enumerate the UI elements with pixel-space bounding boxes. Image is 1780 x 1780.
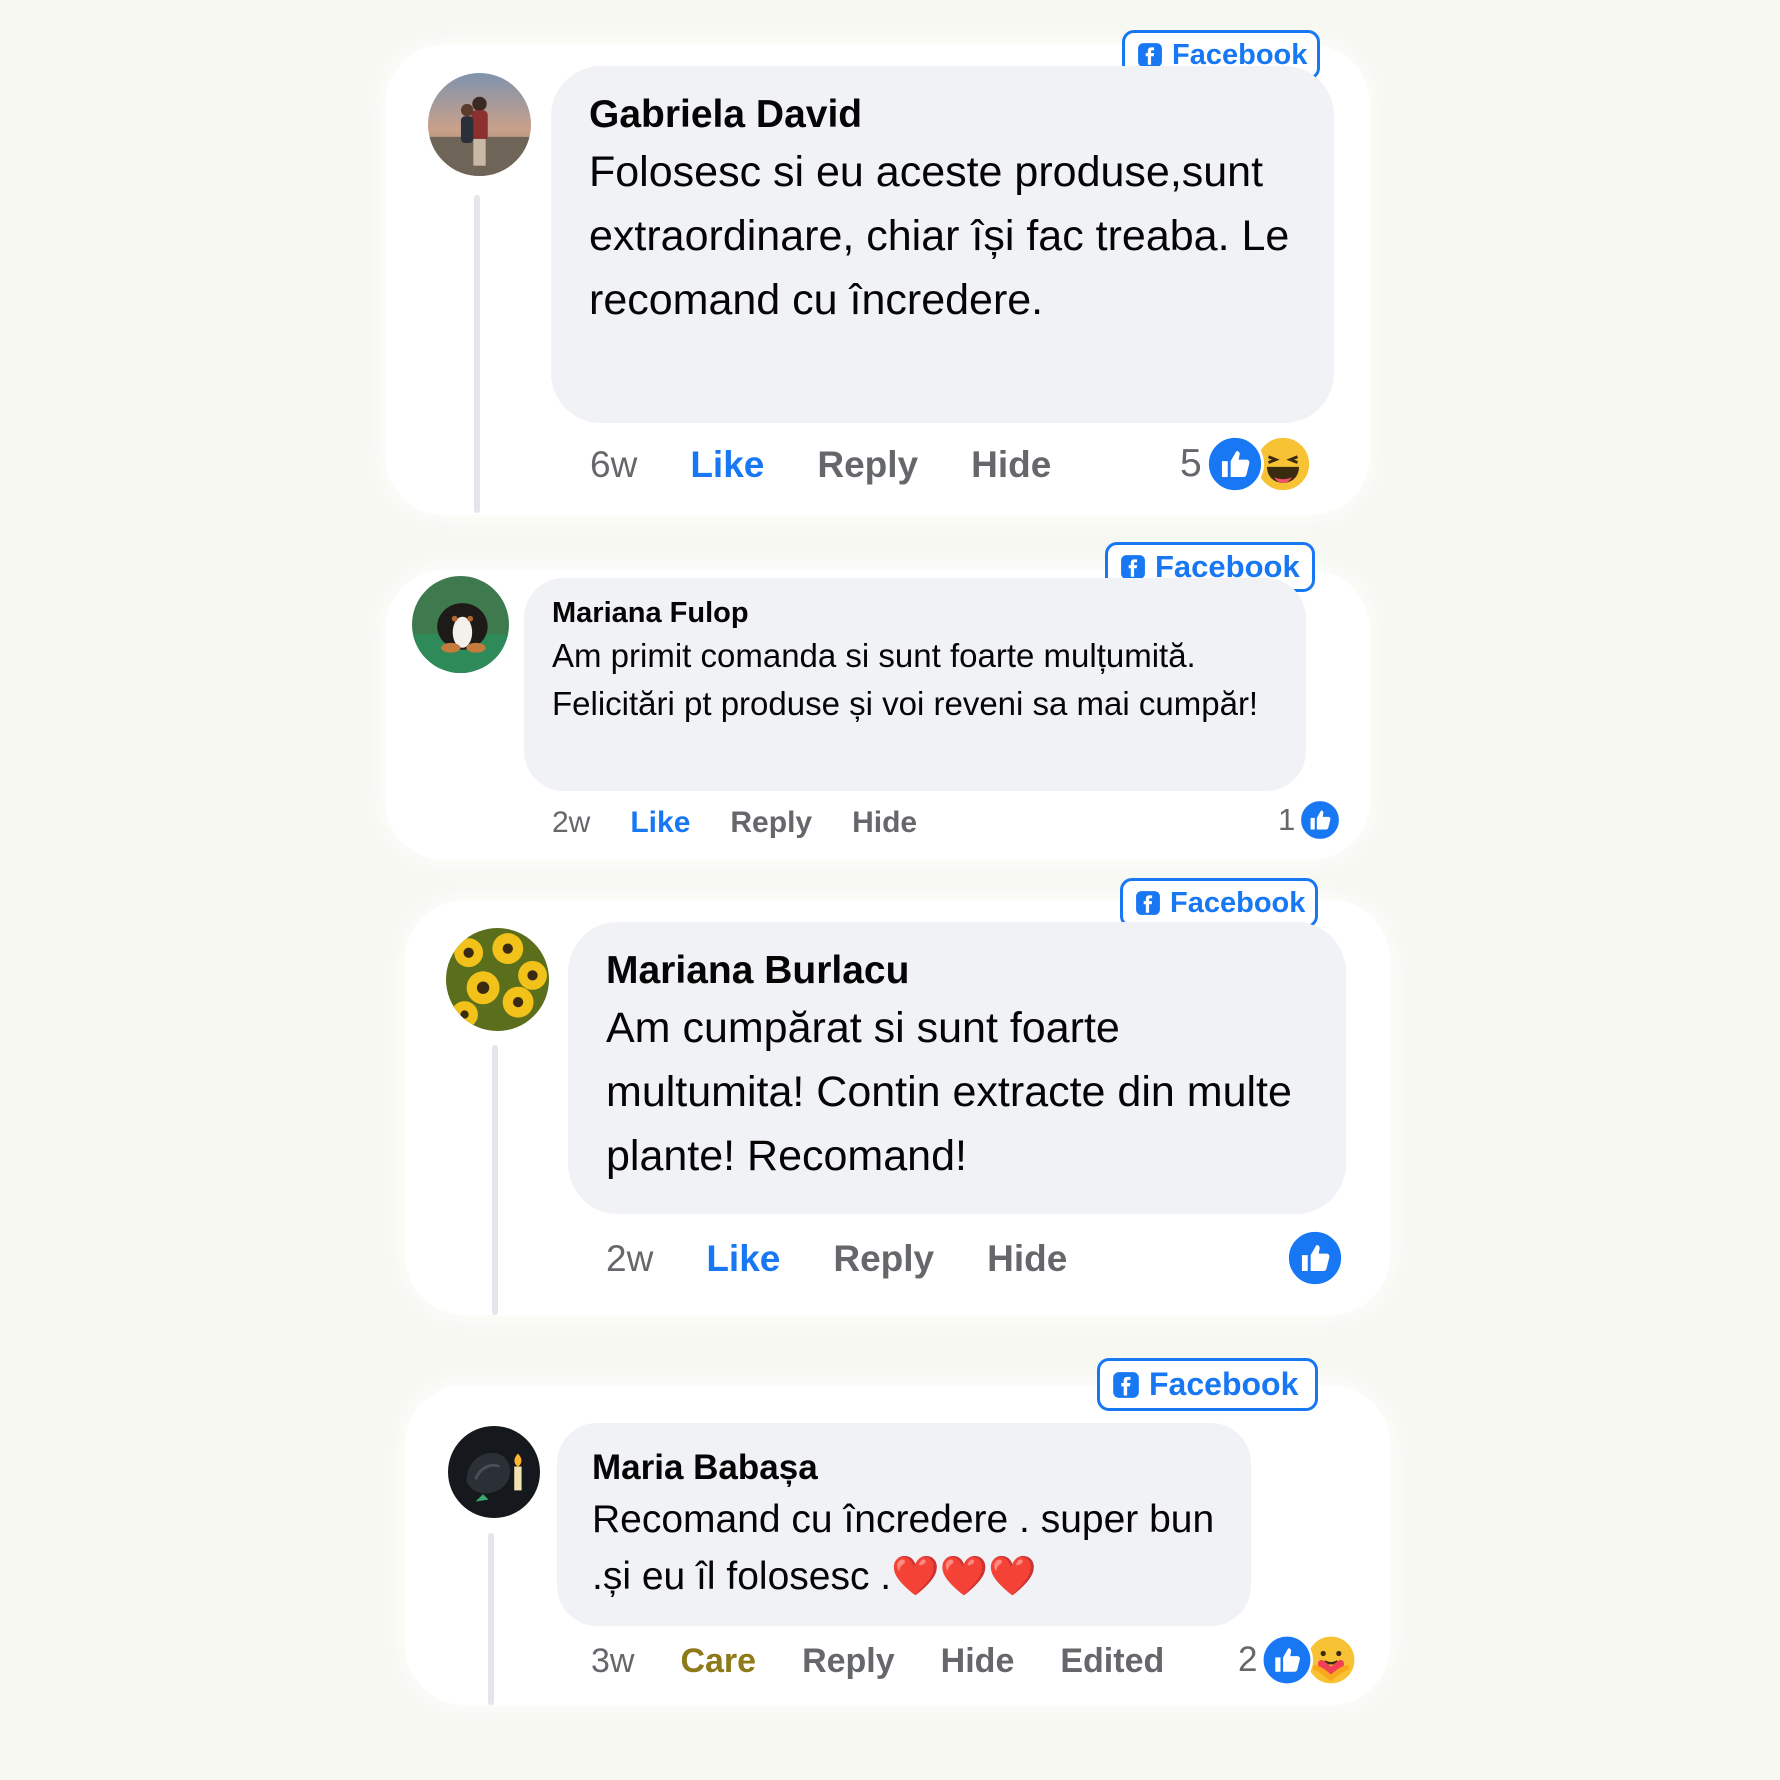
hide-button[interactable]: Hide xyxy=(971,444,1051,486)
like-icon xyxy=(1261,1634,1314,1686)
facebook-logo-icon xyxy=(1135,890,1161,916)
comment-actions: 2w Like Reply Hide xyxy=(606,1234,1067,1284)
like-icon xyxy=(1205,435,1264,493)
facebook-badge-label: Facebook xyxy=(1149,1366,1299,1402)
facebook-badge: Facebook xyxy=(1120,878,1318,928)
comment-author[interactable]: Mariana Fulop xyxy=(552,594,1278,632)
facebook-logo-icon xyxy=(1137,42,1163,68)
hide-button[interactable]: Hide xyxy=(987,1238,1067,1280)
hide-button[interactable]: Hide xyxy=(852,806,917,840)
facebook-logo-icon xyxy=(1120,554,1146,580)
comment-text: Am primit comanda si sunt foarte mulțumi… xyxy=(552,637,1259,722)
reaction-count: 5 xyxy=(1180,442,1202,485)
reply-button[interactable]: Reply xyxy=(817,444,918,486)
reaction-summary[interactable] xyxy=(1282,1228,1344,1288)
thread-line xyxy=(488,1533,494,1705)
comment-time[interactable]: 6w xyxy=(590,444,637,486)
reaction-count: 2 xyxy=(1238,1640,1258,1679)
like-icon xyxy=(1286,1229,1344,1287)
avatar[interactable] xyxy=(446,928,549,1031)
reaction-count: 1 xyxy=(1278,802,1296,837)
comment-time[interactable]: 2w xyxy=(552,806,590,840)
reaction-summary[interactable]: 5 xyxy=(1180,434,1312,494)
care-button[interactable]: Care xyxy=(680,1642,756,1681)
comment-text: Folosesc si eu aceste produse,sunt extra… xyxy=(589,148,1290,324)
comment-bubble: Mariana Burlacu Am cumpărat si sunt foar… xyxy=(568,922,1346,1214)
like-button[interactable]: Like xyxy=(706,1238,780,1280)
facebook-logo-icon xyxy=(1112,1371,1140,1399)
reply-button[interactable]: Reply xyxy=(730,806,812,840)
like-button[interactable]: Like xyxy=(690,444,764,486)
comment-text: Am cumpărat si sunt foarte multumita! Co… xyxy=(606,1004,1292,1180)
comment-bubble: Maria Babașa Recomand cu încredere . sup… xyxy=(557,1423,1251,1626)
avatar[interactable] xyxy=(448,1426,540,1518)
comment-author[interactable]: Gabriela David xyxy=(589,90,1296,140)
comment-bubble: Mariana Fulop Am primit comanda si sunt … xyxy=(524,578,1306,791)
thread-line xyxy=(474,195,480,513)
comment-text: Recomand cu încredere . super bun .și eu… xyxy=(592,1491,1216,1605)
edited-label[interactable]: Edited xyxy=(1060,1642,1164,1681)
like-icon xyxy=(1299,799,1342,841)
thread-line xyxy=(492,1045,498,1315)
avatar[interactable] xyxy=(428,73,531,176)
like-button[interactable]: Like xyxy=(630,806,690,840)
reply-button[interactable]: Reply xyxy=(833,1238,934,1280)
comment-actions: 6w Like Reply Hide xyxy=(590,440,1051,490)
comment-time[interactable]: 2w xyxy=(606,1238,653,1280)
facebook-badge-label: Facebook xyxy=(1170,886,1306,919)
facebook-badge: Facebook xyxy=(1097,1358,1318,1411)
heart-emoji: ❤️❤️❤️ xyxy=(891,1555,1037,1598)
comment-author[interactable]: Mariana Burlacu xyxy=(606,946,1308,996)
comment-actions: 3w Care Reply Hide Edited xyxy=(591,1637,1164,1685)
avatar[interactable] xyxy=(412,576,509,673)
comment-actions: 2w Like Reply Hide xyxy=(552,802,917,844)
comment-author[interactable]: Maria Babașa xyxy=(592,1445,1216,1491)
comment-time[interactable]: 3w xyxy=(591,1642,634,1681)
hide-button[interactable]: Hide xyxy=(941,1642,1015,1681)
reply-button[interactable]: Reply xyxy=(802,1642,895,1681)
comment-bubble: Gabriela David Folosesc si eu aceste pro… xyxy=(551,66,1334,423)
reaction-summary[interactable]: 1 xyxy=(1278,797,1342,843)
reaction-summary[interactable]: 2 xyxy=(1238,1633,1358,1687)
